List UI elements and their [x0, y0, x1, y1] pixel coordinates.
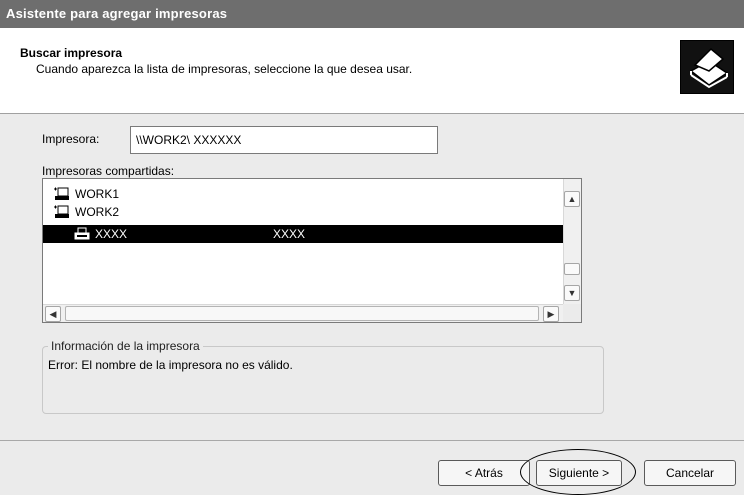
page-subtitle: Cuando aparezca la lista de impresoras, … — [36, 62, 413, 76]
printer-label: Impresora: — [42, 132, 100, 146]
scroll-left-icon[interactable]: ◀ — [45, 306, 61, 322]
scroll-thumb[interactable] — [564, 263, 580, 275]
printer-error-text: Error: El nombre de la impresora no es v… — [48, 358, 293, 372]
scroll-down-icon[interactable]: ▼ — [564, 285, 580, 301]
window-title: Asistente para agregar impresoras — [0, 0, 744, 28]
shared-printers-list[interactable]: WORK1 WORK2 XXXX XXXX ▲ ▼ ◀ ▶ — [42, 178, 582, 323]
horizontal-scroll-thumb[interactable] — [65, 306, 539, 321]
network-computer-icon — [53, 186, 71, 202]
horizontal-scrollbar[interactable]: ◀ ▶ — [43, 304, 564, 322]
scroll-right-icon[interactable]: ▶ — [543, 306, 559, 322]
printer-input[interactable]: \\WORK2\ XXXXXX — [130, 126, 438, 154]
wizard-header: Buscar impresora Cuando aparezca la list… — [0, 28, 744, 114]
printer-icon — [73, 226, 91, 242]
page-title: Buscar impresora — [20, 46, 123, 60]
printer-info-title: Información de la impresora — [48, 339, 203, 353]
footer-divider — [0, 440, 744, 441]
printer-wizard-icon — [680, 40, 734, 94]
back-button[interactable]: < Atrás — [438, 460, 530, 486]
list-item-work1[interactable]: WORK1 — [43, 185, 563, 203]
list-item-selected-printer[interactable]: XXXX XXXX — [43, 225, 581, 243]
cancel-button[interactable]: Cancelar — [644, 460, 736, 486]
vertical-scrollbar[interactable]: ▲ ▼ — [563, 179, 581, 305]
list-item-work2[interactable]: WORK2 — [43, 203, 563, 221]
printer-info-group — [42, 346, 604, 414]
scroll-corner — [563, 304, 581, 322]
network-computer-icon — [53, 204, 71, 220]
highlight-ellipse — [520, 449, 636, 495]
shared-printers-label: Impresoras compartidas: — [42, 164, 175, 178]
scroll-up-icon[interactable]: ▲ — [564, 191, 580, 207]
